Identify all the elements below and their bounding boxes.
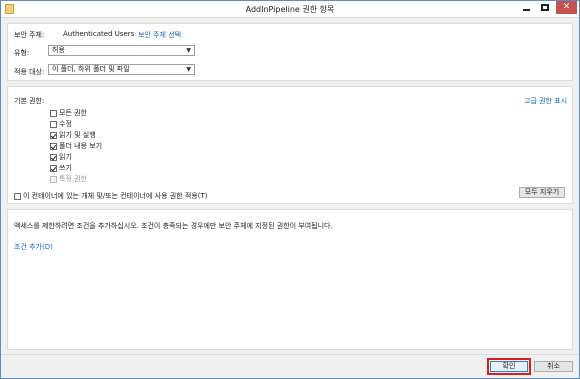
checkbox[interactable] [50, 120, 57, 128]
chevron-down-icon: ▼ [186, 66, 191, 73]
permission-modify[interactable]: 수정 [50, 119, 72, 129]
type-select-value: 허용 [52, 46, 65, 54]
permission-read[interactable]: 읽기 [50, 152, 72, 162]
conditions-description: 액세스를 제한하려면 조건을 추가하십시오. 조건이 충족되는 경우에만 보안 … [14, 222, 333, 230]
cancel-button[interactable]: 취소 [534, 361, 573, 372]
principal-label: 보안 주체: [14, 31, 45, 39]
principal-panel: 보안 주체: Authenticated Users 보안 주체 선택 유형: … [7, 23, 573, 81]
permission-write[interactable]: 쓰기 [50, 163, 72, 173]
permission-label: 수정 [59, 120, 72, 128]
permission-label: 읽기 및 실행 [59, 131, 96, 139]
checkbox[interactable] [50, 109, 57, 117]
permission-entry-window: AddInPipeline 권한 항목 ✕ 보안 주체: Authenticat… [0, 0, 580, 379]
window-title: AddInPipeline 권한 항목 [245, 5, 335, 14]
applies-to-select[interactable]: 이 폴더, 하위 폴더 및 파일 ▼ [48, 64, 195, 75]
basic-permissions-label: 기본 권한: [14, 97, 45, 105]
permission-label: 모든 권한 [59, 109, 87, 117]
principal-value: Authenticated Users [63, 30, 135, 38]
permission-list-folder-contents[interactable]: 폴더 내용 보기 [50, 141, 102, 151]
apply-to-container-label: 이 컨테이너에 있는 개체 및/또는 컨테이너에 사용 권한 적용(T) [23, 192, 208, 200]
applies-to-select-value: 이 폴더, 하위 폴더 및 파일 [52, 65, 130, 73]
ok-button[interactable]: 확인 [490, 361, 528, 372]
show-advanced-permissions-link[interactable]: 고급 권한 표시 [524, 96, 567, 106]
checkbox[interactable] [50, 164, 57, 172]
close-icon: ✕ [562, 2, 571, 12]
permission-label: 읽기 [59, 153, 72, 161]
add-condition-link[interactable]: 조건 추가(D) [14, 242, 53, 252]
title-bar[interactable]: AddInPipeline 권한 항목 ✕ [1, 1, 579, 18]
chevron-down-icon: ▼ [186, 47, 191, 54]
minimize-icon [522, 9, 530, 11]
type-select[interactable]: 허용 ▼ [48, 45, 195, 56]
apply-to-container-only[interactable]: 이 컨테이너에 있는 개체 및/또는 컨테이너에 사용 권한 적용(T) [14, 191, 207, 201]
select-principal-link[interactable]: 보안 주체 선택 [138, 30, 181, 40]
permission-full-control[interactable]: 모든 권한 [50, 108, 87, 118]
maximize-button[interactable] [536, 1, 554, 14]
footer-separator [1, 354, 579, 355]
permission-label: 폴더 내용 보기 [59, 142, 103, 150]
permission-read-execute[interactable]: 읽기 및 실행 [50, 130, 96, 140]
checkbox[interactable] [50, 131, 57, 139]
checkbox [50, 175, 57, 183]
permission-special: 특정 권한 [50, 174, 87, 184]
applies-to-label: 적용 대상: [14, 68, 45, 76]
type-label: 유형: [14, 49, 30, 57]
checkbox[interactable] [50, 153, 57, 161]
checkbox[interactable] [50, 142, 57, 150]
permission-label: 특정 권한 [59, 175, 87, 183]
clear-all-button[interactable]: 모두 지우기 [519, 187, 565, 198]
permission-label: 쓰기 [59, 164, 72, 172]
minimize-button[interactable] [517, 1, 535, 14]
basic-permissions-panel: 기본 권한: 고급 권한 표시 모든 권한 수정 읽기 및 실행 폴더 내용 보… [7, 86, 573, 204]
close-button[interactable]: ✕ [556, 1, 577, 14]
maximize-icon [541, 4, 549, 11]
checkbox[interactable] [14, 192, 21, 200]
conditions-panel: 액세스를 제한하려면 조건을 추가하십시오. 조건이 충족되는 경우에만 보안 … [7, 209, 573, 350]
